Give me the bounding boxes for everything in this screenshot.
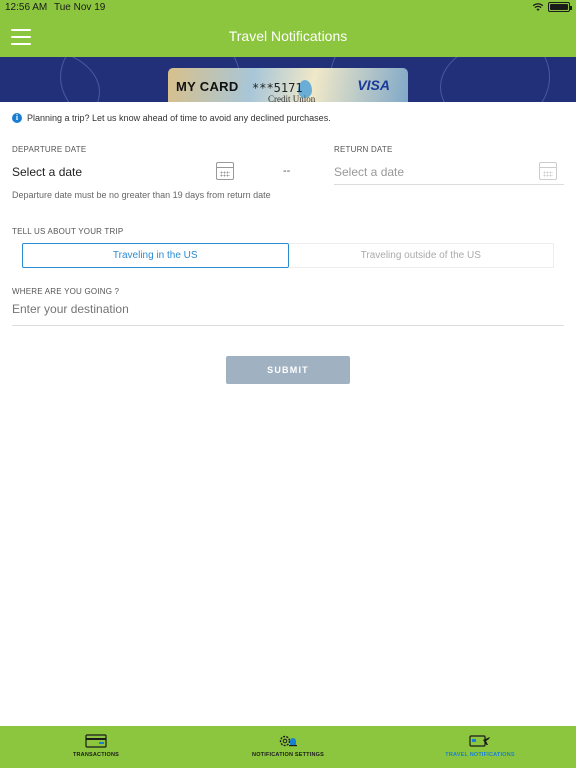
- info-text: Planning a trip? Let us know ahead of ti…: [27, 113, 331, 123]
- battery-icon: [548, 2, 572, 12]
- return-date-field[interactable]: Select a date: [334, 158, 564, 186]
- date-separator: --: [283, 165, 291, 177]
- gear-bell-icon: [279, 735, 297, 747]
- nav-bar: Travel Notifications: [0, 16, 576, 57]
- departure-date-value: Select a date: [12, 165, 83, 179]
- info-message: i Planning a trip? Let us know ahead of …: [12, 113, 331, 123]
- trip-type-toggle: Traveling in the US Traveling outside of…: [22, 243, 554, 268]
- card-plane-icon: [469, 735, 490, 747]
- card-name: MY CARD: [176, 79, 239, 94]
- tab-label: TRAVEL NOTIFICATIONS: [445, 752, 515, 758]
- option-traveling-in-us[interactable]: Traveling in the US: [22, 243, 289, 268]
- departure-date-hint: Departure date must be no greater than 1…: [12, 190, 271, 200]
- card-issuer: Credit Union: [268, 94, 316, 102]
- tab-label: TRANSACTIONS: [72, 752, 120, 758]
- status-date: Tue Nov 19: [54, 2, 106, 13]
- page-title: Travel Notifications: [228, 28, 348, 44]
- calendar-icon[interactable]: [539, 162, 557, 180]
- credit-card-icon: [85, 734, 107, 748]
- option-traveling-outside-us[interactable]: Traveling outside of the US: [288, 243, 554, 268]
- tab-label: NOTIFICATION SETTINGS: [252, 752, 324, 758]
- status-time: 12:56 AM: [5, 2, 48, 13]
- tab-notification-settings[interactable]: NOTIFICATION SETTINGS: [192, 726, 384, 768]
- destination-underline: [12, 325, 564, 326]
- destination-label: WHERE ARE YOU GOING ?: [12, 287, 120, 296]
- card-banner: MY CARD ***5171 Credit Union VISA: [0, 57, 576, 102]
- tab-transactions[interactable]: TRANSACTIONS: [0, 726, 192, 768]
- departure-date-label: DEPARTURE DATE: [12, 145, 87, 154]
- tab-bar: TRANSACTIONS NOTIFICATION SETTINGS TRAVE…: [0, 726, 576, 768]
- card-number: ***5171: [252, 81, 303, 95]
- tab-travel-notifications[interactable]: TRAVEL NOTIFICATIONS: [384, 726, 576, 768]
- info-icon: i: [12, 113, 22, 123]
- visa-logo: VISA: [357, 77, 390, 93]
- return-date-label: RETURN DATE: [334, 145, 393, 154]
- destination-input[interactable]: [12, 302, 552, 316]
- card-image: MY CARD ***5171 Credit Union VISA: [168, 68, 408, 102]
- return-date-underline: [334, 184, 564, 185]
- status-bar: 12:56 AM Tue Nov 19: [0, 0, 576, 16]
- wifi-icon: [532, 3, 544, 11]
- calendar-icon[interactable]: [216, 162, 234, 180]
- status-indicators: [532, 2, 572, 12]
- submit-button[interactable]: SUBMIT: [226, 356, 350, 384]
- departure-date-field[interactable]: Select a date: [12, 158, 238, 186]
- return-date-placeholder: Select a date: [334, 165, 405, 179]
- trip-type-label: TELL US ABOUT YOUR TRIP: [12, 227, 124, 236]
